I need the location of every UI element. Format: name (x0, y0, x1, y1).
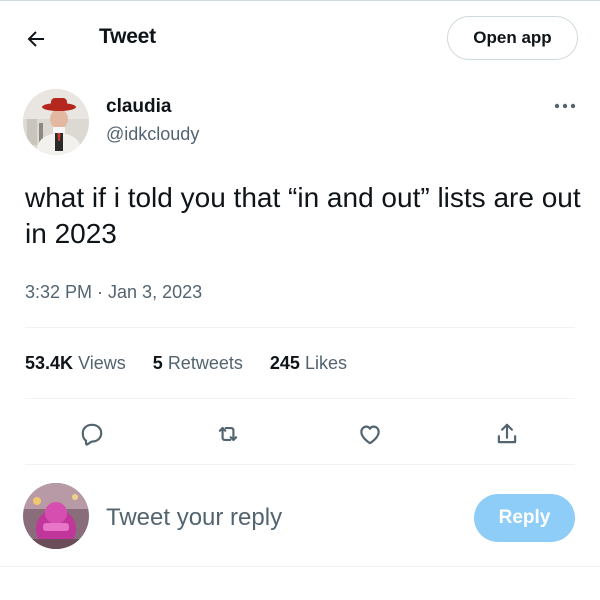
likes-stat[interactable]: 245 Likes (270, 353, 347, 374)
open-app-button[interactable]: Open app (447, 16, 578, 60)
like-icon (360, 425, 380, 445)
like-action-button[interactable] (350, 414, 390, 454)
author-display-name[interactable]: claudia (106, 96, 171, 118)
likes-count: 245 (269, 353, 300, 373)
divider (0, 566, 600, 567)
reply-composer: Reply (0, 468, 600, 568)
share-action-button[interactable] (487, 414, 527, 454)
retweets-label: Retweets (167, 353, 243, 373)
tweet-text: what if i told you that “in and out” lis… (25, 182, 581, 249)
tweet-stats: 53.4K Views 5 Retweets 245 Likes (25, 353, 369, 374)
author-handle[interactable]: @idkcloudy (106, 124, 199, 145)
page-title: Tweet (99, 25, 156, 48)
divider (25, 327, 575, 328)
avatar[interactable] (23, 89, 89, 155)
views-count: 53.4K (25, 353, 74, 373)
divider (25, 464, 575, 465)
views-stat: 53.4K Views (25, 353, 126, 374)
retweets-count: 5 (152, 353, 163, 373)
reply-action-button[interactable] (72, 414, 112, 454)
reply-avatar (23, 483, 89, 549)
retweet-icon (218, 426, 238, 442)
arrow-left-icon (27, 31, 44, 47)
likes-label: Likes (304, 353, 347, 373)
more-horizontal-icon (554, 103, 576, 109)
back-button[interactable] (18, 23, 54, 55)
top-bar: Tweet Open app (0, 0, 600, 76)
reply-icon (81, 423, 103, 446)
divider (25, 398, 575, 399)
tweet-timestamp[interactable]: 3:32 PM · Jan 3, 2023 (25, 282, 202, 303)
share-icon (497, 423, 517, 444)
more-options-button[interactable] (550, 94, 580, 118)
retweet-action-button[interactable] (208, 414, 248, 454)
reply-input[interactable] (106, 500, 446, 536)
tweet-actions (0, 414, 600, 454)
reply-button[interactable]: Reply (474, 494, 575, 542)
views-label: Views (78, 353, 126, 373)
retweets-stat[interactable]: 5 Retweets (153, 353, 243, 374)
